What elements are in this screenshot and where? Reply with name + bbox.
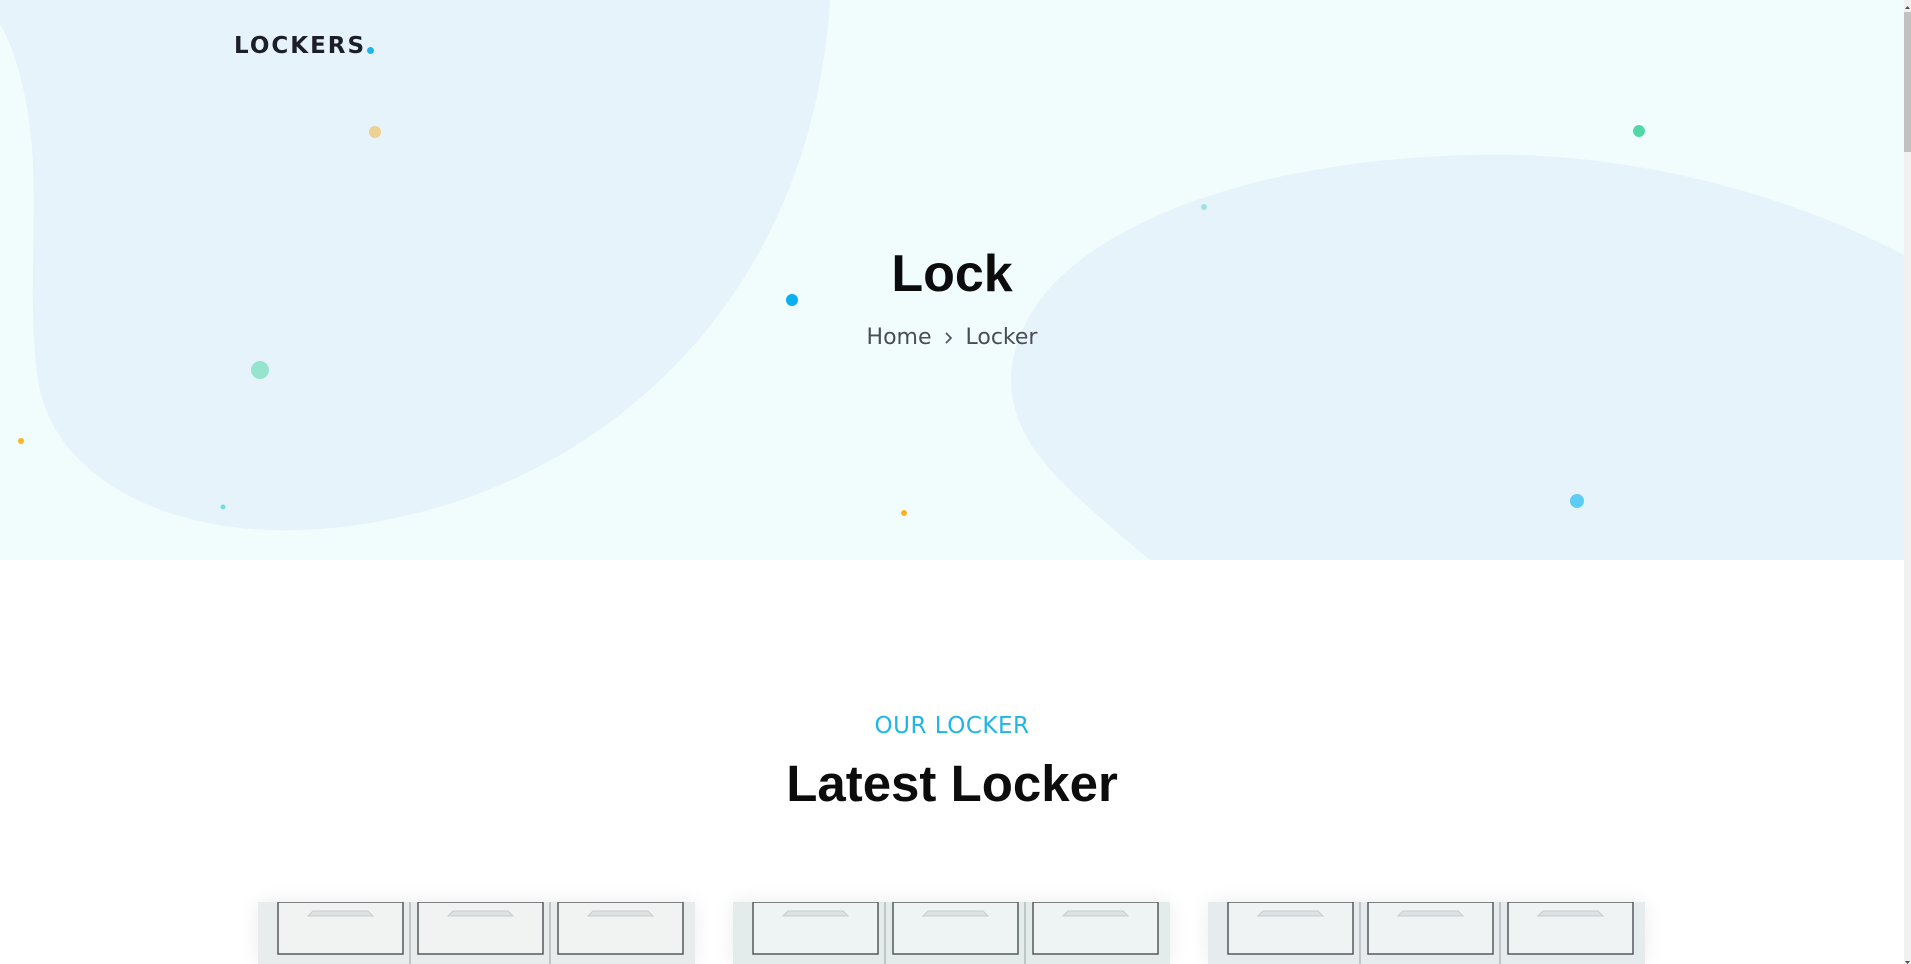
section-title: Latest Locker xyxy=(786,755,1118,812)
page: LOCKERS Lock Home Locker OUR LOCKER Late… xyxy=(0,0,1911,964)
section-eyebrow: OUR LOCKER xyxy=(874,713,1030,739)
locker-card[interactable] xyxy=(1208,902,1645,964)
chevron-right-icon xyxy=(944,331,954,345)
scroll-down-arrow-icon[interactable] xyxy=(1904,954,1911,964)
locker-card[interactable] xyxy=(258,902,695,964)
breadcrumb: Home Locker xyxy=(0,325,1904,350)
logo-dot-icon xyxy=(367,47,375,54)
locker-image xyxy=(1208,902,1645,964)
site-logo[interactable]: LOCKERS xyxy=(234,33,375,59)
scroll-up-arrow-icon[interactable] xyxy=(1904,0,1911,10)
locker-card[interactable] xyxy=(733,902,1170,964)
page-scrollbar[interactable] xyxy=(1904,0,1911,964)
locker-card-list xyxy=(0,902,1904,964)
locker-image xyxy=(258,902,695,964)
page-title: Lock xyxy=(891,245,1013,303)
breadcrumb-current: Locker xyxy=(965,325,1038,350)
logo-text: LOCKERS xyxy=(234,33,367,59)
locker-image xyxy=(733,902,1170,964)
breadcrumb-home-link[interactable]: Home xyxy=(867,325,932,350)
page-banner: LOCKERS Lock Home Locker xyxy=(0,0,1904,560)
scrollbar-thumb[interactable] xyxy=(1904,12,1911,152)
